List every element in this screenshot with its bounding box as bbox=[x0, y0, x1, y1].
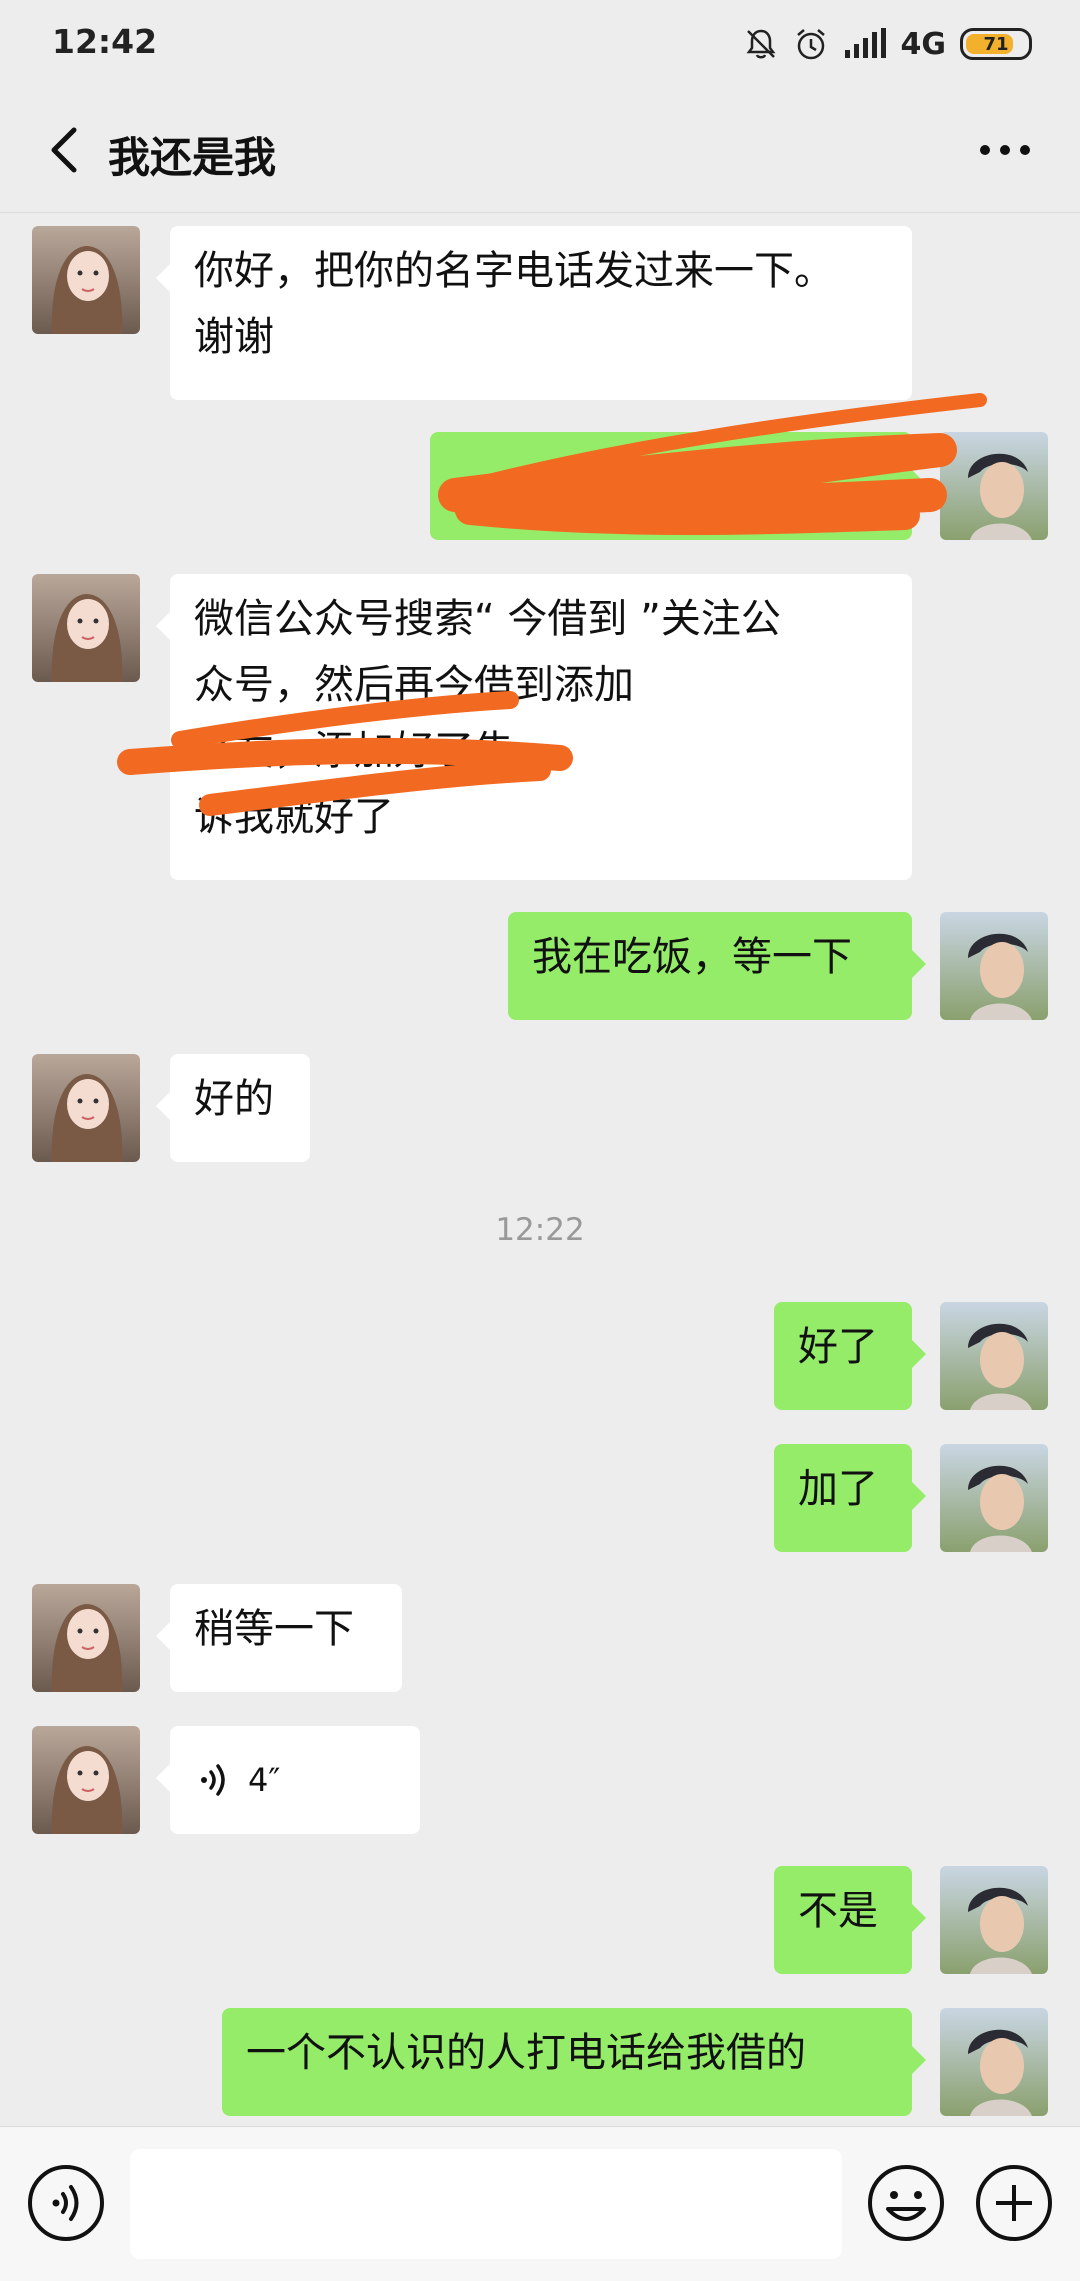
contact-avatar[interactable] bbox=[32, 226, 140, 334]
battery-icon: 71 bbox=[960, 28, 1032, 60]
contact-avatar[interactable] bbox=[32, 1054, 140, 1162]
voice-input-icon[interactable] bbox=[26, 2163, 106, 2243]
message-text: 不是 bbox=[798, 1888, 878, 1934]
message-bubble-received[interactable]: 你好，把你的名字电话发过来一下。 谢谢 bbox=[156, 226, 912, 400]
chat-title: 我还是我 bbox=[108, 133, 277, 182]
user-avatar[interactable] bbox=[940, 432, 1048, 540]
message-text: 好的 bbox=[194, 1076, 274, 1122]
alarm-icon bbox=[796, 29, 825, 60]
user-avatar[interactable] bbox=[940, 912, 1048, 1020]
message-bubble-sent[interactable] bbox=[430, 432, 926, 540]
status-bar: 12:42 4G 71 bbox=[0, 0, 1080, 88]
message-text: 稍等一下 bbox=[194, 1606, 354, 1652]
user-avatar[interactable] bbox=[940, 1444, 1048, 1552]
chat-input-bar bbox=[0, 2126, 1080, 2281]
message-text: 加了 bbox=[798, 1466, 878, 1512]
message-bubble-sent[interactable]: 好了 bbox=[774, 1302, 926, 1410]
message-bubble-sent[interactable]: 不是 bbox=[774, 1866, 926, 1974]
message-bubble-received[interactable]: 好的 bbox=[156, 1054, 310, 1162]
back-icon[interactable] bbox=[30, 114, 102, 186]
status-icons: 4G 71 bbox=[743, 22, 1032, 66]
bell-off-icon bbox=[746, 29, 775, 59]
message-bubble-received[interactable]: 微信公众号搜索“ 今借到 ”关注公 众号，然后再今借到添加 好友，添加好了告 诉… bbox=[156, 574, 912, 880]
message-bubble-sent[interactable]: 加了 bbox=[774, 1444, 926, 1552]
status-time: 12:42 bbox=[52, 22, 158, 61]
message-input[interactable] bbox=[130, 2149, 842, 2259]
voice-wave-icon bbox=[201, 1764, 225, 1796]
message-bubble-sent[interactable]: 我在吃饭，等一下 bbox=[508, 912, 926, 1020]
voice-message: 4″ bbox=[170, 1726, 420, 1834]
message-text: 我在吃饭，等一下 bbox=[532, 934, 852, 980]
emoji-icon[interactable] bbox=[866, 2163, 946, 2243]
chat-header: 我还是我 bbox=[0, 88, 1080, 213]
user-avatar[interactable] bbox=[940, 1866, 1048, 1974]
message-text: 一个不认识的人打电话给我借的 bbox=[246, 2030, 806, 2076]
message-text: 好了 bbox=[798, 1324, 878, 1370]
contact-avatar[interactable] bbox=[32, 1584, 140, 1692]
message-text bbox=[454, 432, 888, 444]
voice-duration: 4″ bbox=[248, 1761, 281, 1799]
message-text: 微信公众号搜索“ 今借到 ”关注公 众号，然后再今借到添加 好友，添加好了告 诉… bbox=[194, 596, 781, 840]
signal-icon bbox=[844, 28, 886, 58]
battery-level: 71 bbox=[983, 33, 1009, 55]
message-bubble-sent[interactable]: 一个不认识的人打电话给我借的 bbox=[222, 2008, 926, 2116]
voice-message-bubble[interactable]: 4″ bbox=[156, 1726, 420, 1834]
message-text: 你好，把你的名字电话发过来一下。 谢谢 bbox=[194, 248, 834, 360]
network-type: 4G bbox=[900, 26, 947, 62]
contact-avatar[interactable] bbox=[32, 574, 140, 682]
user-avatar[interactable] bbox=[940, 1302, 1048, 1410]
message-bubble-received[interactable]: 稍等一下 bbox=[156, 1584, 402, 1692]
user-avatar[interactable] bbox=[940, 2008, 1048, 2116]
more-icon[interactable] bbox=[960, 114, 1050, 186]
chat-timestamp: 12:22 bbox=[495, 1212, 585, 1248]
contact-avatar[interactable] bbox=[32, 1726, 140, 1834]
plus-icon[interactable] bbox=[974, 2163, 1054, 2243]
